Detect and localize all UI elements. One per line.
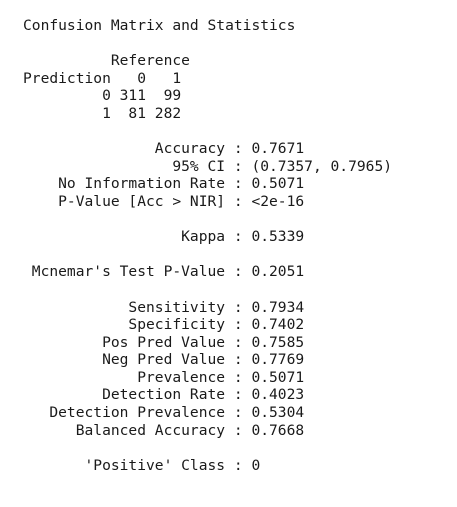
output-line: Kappa : 0.5339 [23, 228, 305, 246]
console-output: Confusion Matrix and Statistics Referenc… [0, 0, 457, 507]
output-line: Pos Pred Value : 0.7585 [23, 333, 305, 351]
output-line: Sensitivity : 0.7934 [23, 298, 305, 316]
output-line: Confusion Matrix and Statistics [23, 17, 296, 34]
output-line: No Information Rate : 0.5071 [23, 175, 305, 193]
output-line: 0 311 99 [23, 87, 182, 105]
output-line: 95% CI : (0.7357, 0.7965) [23, 157, 393, 175]
output-line: P-Value [Acc > NIR] : <2e-16 [23, 192, 305, 210]
output-line: Reference [23, 52, 190, 70]
output-line: Prediction 0 1 [23, 69, 182, 87]
output-line: Mcnemar's Test P-Value : 0.2051 [23, 263, 305, 281]
output-line: Balanced Accuracy : 0.7668 [23, 421, 305, 439]
output-line: 'Positive' Class : 0 [23, 456, 261, 474]
output-line: Prevalence : 0.5071 [23, 368, 305, 386]
output-line: 1 81 282 [23, 104, 182, 122]
output-line: Specificity : 0.7402 [23, 316, 305, 334]
output-line: Detection Prevalence : 0.5304 [23, 404, 305, 422]
output-line: Detection Rate : 0.4023 [23, 386, 305, 404]
output-line: Accuracy : 0.7671 [23, 140, 305, 158]
output-line: Neg Pred Value : 0.7769 [23, 351, 305, 369]
